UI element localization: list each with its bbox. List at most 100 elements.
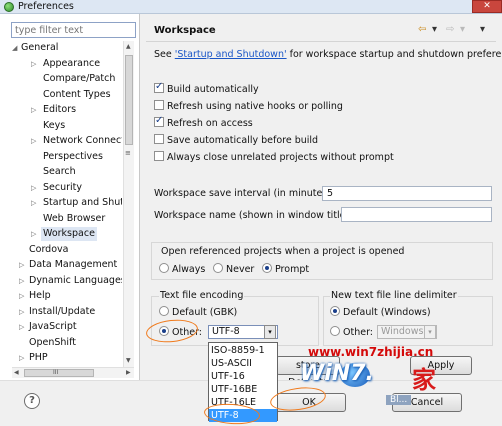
radio-circle[interactable] [262, 263, 272, 273]
radio-label: Always [172, 264, 206, 275]
back-menu-icon[interactable]: ▾ [432, 24, 437, 35]
forward-menu-icon[interactable]: ▾ [460, 24, 465, 35]
save-interval-label: Workspace save interval (in minutes): [154, 188, 335, 199]
collapsed-arrow-icon[interactable]: ▷ [19, 351, 24, 365]
collapsed-arrow-icon[interactable]: ▷ [19, 258, 24, 272]
scroll-right-icon[interactable]: ▶ [126, 369, 131, 376]
tree-item-openshift[interactable]: OpenShift [29, 336, 76, 350]
dropdown-option-us-ascii[interactable]: US-ASCII [209, 357, 277, 370]
tree-item-web-browser[interactable]: Web Browser [43, 212, 105, 226]
checkbox-label: Save automatically before build [167, 135, 319, 146]
checkbox-box[interactable] [154, 100, 164, 110]
tree-item-content-types[interactable]: Content Types [43, 88, 111, 102]
dropdown-option-utf-16be[interactable]: UTF-16BE [209, 383, 277, 396]
tree-item-data-management[interactable]: Data Management [29, 258, 117, 272]
startup-shutdown-link[interactable]: 'Startup and Shutdown' [175, 49, 287, 60]
radio-circle[interactable] [330, 306, 340, 316]
collapsed-arrow-icon[interactable]: ▷ [19, 274, 24, 288]
collapsed-arrow-icon[interactable]: ▷ [19, 289, 24, 303]
close-unrelated-projects-checkbox[interactable]: Always close unrelated projects without … [154, 151, 394, 163]
collapsed-arrow-icon[interactable]: ▷ [19, 305, 24, 319]
collapsed-arrow-icon[interactable]: ▷ [31, 227, 36, 241]
save-interval-input[interactable]: 5 [322, 186, 492, 201]
horizontal-scroll-thumb[interactable] [24, 369, 94, 377]
collapsed-arrow-icon[interactable]: ▷ [19, 320, 24, 334]
watermark-kanji: 家 [412, 366, 436, 394]
scroll-left-icon[interactable]: ◀ [14, 369, 19, 376]
collapsed-arrow-icon[interactable]: ▷ [31, 196, 36, 210]
filter-input[interactable] [11, 22, 136, 38]
tree-item-editors[interactable]: Editors [43, 103, 76, 117]
tree-item-php[interactable]: PHP [29, 351, 48, 365]
tree-item-compare-patch[interactable]: Compare/Patch [43, 72, 115, 86]
expanded-arrow-icon[interactable]: ◢ [12, 41, 17, 55]
workspace-name-label: Workspace name (shown in window title): [154, 210, 353, 221]
delimiter-default-radio[interactable]: Default (Windows) [330, 306, 431, 318]
tree-item-perspectives[interactable]: Perspectives [43, 150, 103, 164]
radio-label: Default (GBK) [172, 307, 238, 318]
close-window-button[interactable]: ✕ [472, 0, 502, 13]
collapsed-arrow-icon[interactable]: ▷ [31, 103, 36, 117]
collapsed-arrow-icon[interactable]: ▷ [31, 181, 36, 195]
tree-item-search[interactable]: Search [43, 165, 76, 179]
tree-item-general[interactable]: General [21, 41, 58, 55]
tree-item-help[interactable]: Help [29, 289, 51, 303]
tree-item-startup-shutdown[interactable]: Startup and Shutd [43, 196, 122, 210]
collapsed-arrow-icon[interactable]: ▷ [31, 134, 36, 148]
radio-label: Never [226, 264, 255, 275]
tree-item-workspace[interactable]: Workspace [41, 227, 97, 241]
scroll-up-icon[interactable]: ▲ [126, 43, 131, 50]
dropdown-option-iso-8859-1[interactable]: ISO-8859-1 [209, 344, 277, 357]
intro-prefix: See [154, 49, 175, 60]
checkbox-box[interactable] [154, 134, 164, 144]
save-before-build-checkbox[interactable]: Save automatically before build [154, 134, 318, 146]
refresh-native-hooks-checkbox[interactable]: Refresh using native hooks or polling [154, 100, 343, 112]
build-automatically-checkbox[interactable]: Build automatically [154, 81, 259, 95]
vertical-scroll-thumb[interactable] [125, 55, 133, 145]
encoding-default-radio[interactable]: Default (GBK) [159, 306, 237, 318]
forward-arrow-icon[interactable]: ⇨ [446, 24, 454, 35]
tree-horizontal-scrollbar[interactable]: ◀ III ▶ [12, 367, 134, 378]
checkbox-label: Always close unrelated projects without … [167, 152, 394, 163]
radio-circle[interactable] [330, 326, 340, 336]
open-never-radio[interactable]: Never [213, 263, 254, 275]
tree-item-install-update[interactable]: Install/Update [29, 305, 95, 319]
checkbox-label: Refresh on access [167, 118, 253, 129]
dropdown-option-utf-16[interactable]: UTF-16 [209, 370, 277, 383]
checkbox-box[interactable] [154, 151, 164, 161]
help-icon[interactable]: ? [24, 393, 40, 409]
checkbox-label: Build automatically [167, 84, 259, 95]
radio-circle[interactable] [159, 306, 169, 316]
delimiter-combo-value: Windows [381, 326, 424, 337]
checkbox-box[interactable] [154, 81, 164, 93]
scroll-grip-icon: ≡ [125, 149, 131, 157]
tree-item-appearance[interactable]: Appearance [43, 57, 100, 71]
checkbox-box[interactable] [154, 115, 164, 127]
encoding-combo[interactable]: UTF-8 ▾ [208, 325, 278, 339]
open-always-radio[interactable]: Always [159, 263, 205, 275]
back-arrow-icon[interactable]: ⇦ [418, 24, 426, 35]
tree-item-keys[interactable]: Keys [43, 119, 65, 133]
radio-circle[interactable] [213, 263, 223, 273]
chevron-down-icon[interactable]: ▾ [424, 325, 436, 339]
watermark-url: www.win7zhijia.cn [308, 345, 434, 359]
delimiter-other-radio[interactable]: Other: [330, 326, 373, 338]
tree-item-network-connections[interactable]: Network Connecti [43, 134, 122, 148]
title-bar [0, 0, 502, 14]
radio-circle[interactable] [159, 263, 169, 273]
tree-item-javascript[interactable]: JavaScript [29, 320, 77, 334]
collapsed-arrow-icon[interactable]: ▷ [31, 57, 36, 71]
view-menu-icon[interactable]: ▾ [480, 24, 485, 35]
chevron-down-icon[interactable]: ▾ [264, 325, 276, 339]
tree-item-dynamic-languages[interactable]: Dynamic Languages [29, 274, 122, 288]
workspace-name-input[interactable] [341, 207, 492, 222]
tree-item-security[interactable]: Security [43, 181, 82, 195]
delimiter-combo[interactable]: Windows ▾ [377, 325, 437, 339]
scroll-down-icon[interactable]: ▼ [126, 357, 131, 364]
open-prompt-radio[interactable]: Prompt [262, 263, 309, 275]
tree-vertical-scrollbar[interactable]: ▲ ≡ ▼ [123, 41, 134, 367]
watermark-tag: Bl... [386, 395, 412, 405]
refresh-on-access-checkbox[interactable]: Refresh on access [154, 115, 253, 129]
encoding-combo-value: UTF-8 [212, 326, 240, 337]
tree-item-cordova[interactable]: Cordova [29, 243, 68, 257]
